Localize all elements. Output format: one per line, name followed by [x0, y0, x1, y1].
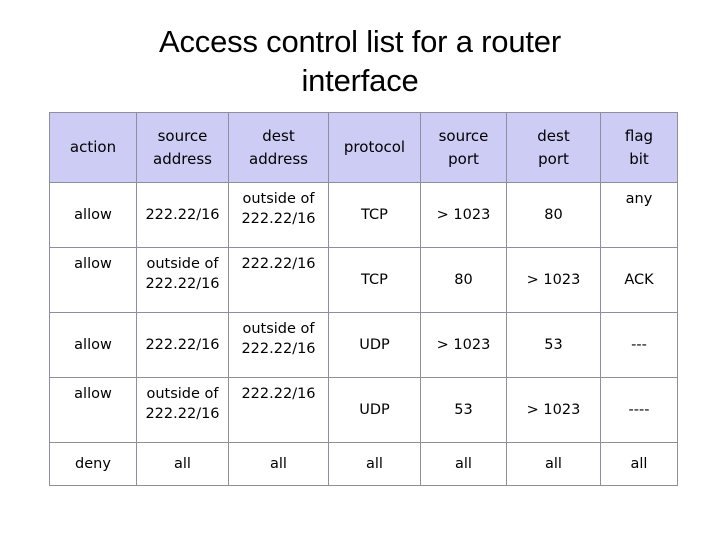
cell-dest-port: all — [506, 442, 601, 486]
cell-dest-address: outside of 222.22/16 — [228, 312, 329, 378]
cell-source-address: outside of 222.22/16 — [136, 247, 229, 313]
cell-dest-address: all — [228, 442, 329, 486]
cell-source-port: 80 — [420, 247, 507, 313]
cell-flag-bit: ---- — [600, 377, 678, 443]
column-header-source-port: source port — [420, 112, 507, 183]
cell-action: allow — [49, 377, 137, 443]
cell-source-port: all — [420, 442, 507, 486]
cell-dest-port: 80 — [506, 182, 601, 248]
table-row: allow outside of 222.22/16 222.22/16 TCP… — [49, 247, 678, 313]
column-header-protocol: protocol — [328, 112, 421, 183]
cell-protocol: UDP — [328, 377, 421, 443]
cell-source-address: 222.22/16 — [136, 312, 229, 378]
slide-canvas: Access control list for a router interfa… — [0, 0, 720, 540]
cell-source-address: 222.22/16 — [136, 182, 229, 248]
cell-dest-address: 222.22/16 — [228, 377, 329, 443]
table-row: allow 222.22/16 outside of 222.22/16 UDP… — [49, 312, 678, 378]
cell-protocol: TCP — [328, 247, 421, 313]
table-header: action source address dest address proto… — [49, 112, 678, 183]
column-header-flag-bit: flag bit — [600, 112, 678, 183]
table-row: allow outside of 222.22/16 222.22/16 UDP… — [49, 377, 678, 443]
column-header-dest-address: dest address — [228, 112, 329, 183]
cell-dest-address: outside of 222.22/16 — [228, 182, 329, 248]
table-row: allow 222.22/16 outside of 222.22/16 TCP… — [49, 182, 678, 248]
cell-flag-bit: --- — [600, 312, 678, 378]
cell-dest-port: 53 — [506, 312, 601, 378]
cell-action: allow — [49, 312, 137, 378]
table-header-row: action source address dest address proto… — [49, 112, 678, 183]
table-body: allow 222.22/16 outside of 222.22/16 TCP… — [49, 182, 678, 486]
cell-protocol: TCP — [328, 182, 421, 248]
cell-flag-bit: any — [600, 182, 678, 248]
cell-action: allow — [49, 247, 137, 313]
cell-dest-address: 222.22/16 — [228, 247, 329, 313]
cell-source-port: > 1023 — [420, 312, 507, 378]
cell-action: deny — [49, 442, 137, 486]
cell-protocol: all — [328, 442, 421, 486]
access-control-list-table: action source address dest address proto… — [49, 112, 678, 486]
column-header-action: action — [49, 112, 137, 183]
table-row: deny all all all all all all — [49, 442, 678, 486]
cell-flag-bit: ACK — [600, 247, 678, 313]
cell-source-address: all — [136, 442, 229, 486]
cell-action: allow — [49, 182, 137, 248]
cell-source-address: outside of 222.22/16 — [136, 377, 229, 443]
cell-flag-bit: all — [600, 442, 678, 486]
cell-dest-port: > 1023 — [506, 377, 601, 443]
column-header-source-address: source address — [136, 112, 229, 183]
column-header-dest-port: dest port — [506, 112, 601, 183]
page-title: Access control list for a router interfa… — [159, 24, 561, 98]
cell-source-port: 53 — [420, 377, 507, 443]
cell-dest-port: > 1023 — [506, 247, 601, 313]
cell-protocol: UDP — [328, 312, 421, 378]
cell-source-port: > 1023 — [420, 182, 507, 248]
